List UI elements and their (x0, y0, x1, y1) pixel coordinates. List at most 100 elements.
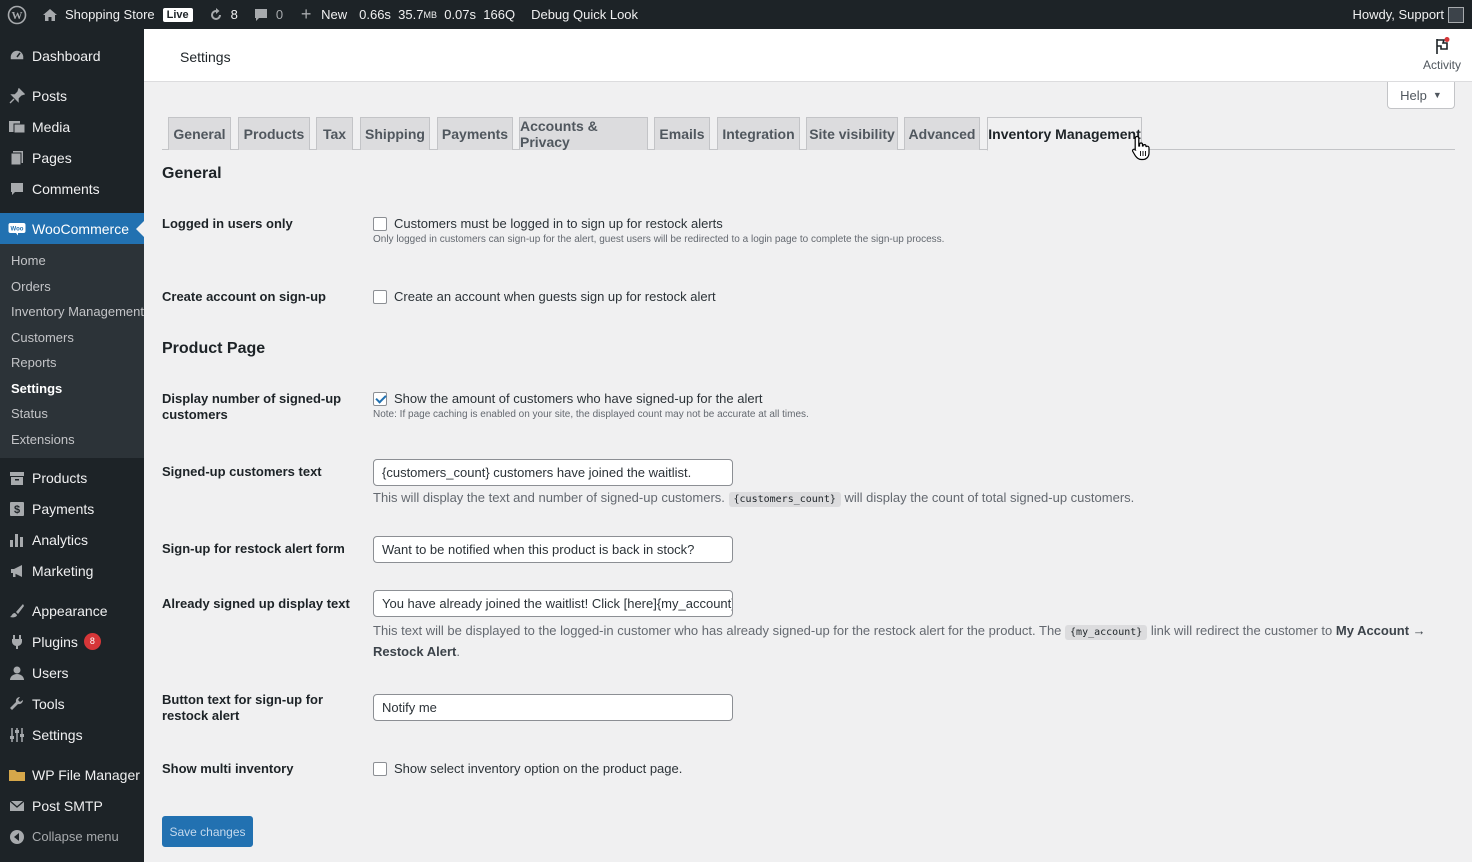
submenu-extensions[interactable]: Extensions (0, 427, 144, 453)
user-icon (8, 664, 26, 682)
site-name-link[interactable]: Shopping Store Live (34, 0, 200, 29)
menu-pages[interactable]: Pages (0, 142, 144, 173)
menu-tools[interactable]: Tools (0, 688, 144, 719)
form-text-input[interactable]: Want to be notified when this product is… (373, 536, 733, 563)
comments-link[interactable]: 0 (245, 0, 290, 29)
comment-icon (252, 6, 270, 24)
menu-marketing[interactable]: Marketing (0, 555, 144, 586)
submenu-customers[interactable]: Customers (0, 325, 144, 351)
plus-icon: + (300, 4, 312, 24)
submenu-status[interactable]: Status (0, 401, 144, 427)
howdy-account-link[interactable]: Howdy, Support (1345, 0, 1466, 29)
signed-text-input[interactable]: {customers_count} customers have joined … (373, 459, 733, 486)
signed-text-field: {customers_count} customers have joined … (373, 459, 1134, 509)
home-icon (41, 6, 59, 24)
multi-inventory-checkbox[interactable] (373, 761, 387, 776)
already-label: Already signed up display text (162, 596, 350, 611)
submenu-inventory-management[interactable]: Inventory Management (0, 299, 144, 325)
menu-settings-label: Settings (32, 726, 83, 743)
button-text-input[interactable]: Notify me (373, 694, 733, 721)
menu-settings[interactable]: Settings (0, 719, 144, 750)
tab-general[interactable]: General (168, 117, 231, 150)
admin-bar: W Shopping Store Live 8 0 + New 0.66s 35… (0, 0, 1472, 29)
button-text-field: Notify me (373, 694, 733, 721)
tab-products[interactable]: Products (238, 117, 310, 150)
tab-payments[interactable]: Payments (437, 117, 513, 150)
already-field: You have already joined the waitlist! Cl… (373, 590, 1433, 661)
menu-post-smtp[interactable]: Post SMTP (0, 790, 144, 821)
comments-count: 0 (275, 7, 284, 22)
wordpress-logo-button[interactable]: W (0, 0, 34, 29)
menu-media[interactable]: Media (0, 111, 144, 142)
pushpin-icon (8, 87, 26, 105)
menu-analytics[interactable]: Analytics (0, 524, 144, 555)
woocommerce-submenu: Home Orders Inventory Management Custome… (0, 244, 144, 458)
activity-button[interactable]: Activity (1418, 36, 1466, 72)
collapse-menu-button[interactable]: Collapse menu (0, 821, 144, 852)
menu-users[interactable]: Users (0, 657, 144, 688)
updates-link[interactable]: 8 (200, 0, 245, 29)
menu-posts[interactable]: Posts (0, 80, 144, 111)
multi-inventory-label: Show multi inventory (162, 761, 294, 776)
tab-shipping[interactable]: Shipping (360, 117, 430, 150)
save-changes-button[interactable]: Save changes (162, 816, 253, 847)
submenu-reports[interactable]: Reports (0, 350, 144, 376)
menu-payments[interactable]: $ Payments (0, 493, 144, 524)
tab-inventory-management[interactable]: Inventory Management (987, 117, 1142, 151)
wordpress-icon: W (7, 5, 27, 24)
submenu-settings[interactable]: Settings (0, 376, 144, 402)
help-button[interactable]: Help ▼ (1387, 82, 1455, 109)
submenu-orders[interactable]: Orders (0, 274, 144, 300)
signed-text-description: This will display the text and number of… (373, 488, 1134, 509)
updates-count: 8 (230, 7, 238, 22)
new-content-link[interactable]: + New (290, 0, 354, 29)
tab-tax[interactable]: Tax (316, 117, 353, 150)
logged-in-field: Customers must be logged in to sign up f… (373, 216, 944, 245)
create-account-option: Create an account when guests sign up fo… (373, 289, 716, 304)
display-number-field: Show the amount of customers who have si… (373, 391, 809, 420)
already-text-input[interactable]: You have already joined the waitlist! Cl… (373, 590, 733, 617)
plugins-update-badge: 8 (83, 633, 101, 650)
tab-emails[interactable]: Emails (654, 117, 710, 150)
signed-text-desc-post: will display the count of total signed-u… (844, 490, 1135, 505)
menu-comments[interactable]: Comments (0, 173, 144, 204)
display-number-checkbox[interactable] (373, 391, 387, 406)
menu-plugins[interactable]: Plugins 8 (0, 626, 144, 657)
dollar-icon: $ (8, 500, 26, 518)
megaphone-icon (8, 562, 26, 580)
collapse-arrow-icon (8, 828, 26, 846)
button-text-label: Button text for sign-up for restock aler… (162, 692, 324, 723)
settings-tabs: General Products Tax Shipping Payments A… (162, 117, 1455, 151)
menu-dashboard-label: Dashboard (32, 47, 101, 64)
tab-advanced[interactable]: Advanced (904, 117, 980, 150)
perf-time: 0.66s (359, 7, 391, 22)
menu-dashboard[interactable]: Dashboard (0, 40, 144, 71)
query-monitor-link[interactable]: 0.66s 35.7 MB 0.07s 166Q (354, 0, 522, 29)
collapse-menu-label: Collapse menu (32, 829, 119, 844)
menu-marketing-label: Marketing (32, 562, 94, 579)
menu-appearance-label: Appearance (32, 602, 108, 619)
wrench-icon (8, 695, 26, 713)
submenu-home[interactable]: Home (0, 248, 144, 274)
help-label: Help (1400, 87, 1427, 103)
perf-queries: 166Q (483, 7, 516, 22)
debug-quick-look-link[interactable]: Debug Quick Look (522, 0, 645, 29)
logged-in-option: Customers must be logged in to sign up f… (373, 216, 944, 231)
create-account-checkbox[interactable] (373, 289, 387, 304)
logged-in-checkbox[interactable] (373, 216, 387, 231)
tab-accounts-privacy[interactable]: Accounts & Privacy (519, 117, 648, 150)
menu-wp-file-manager[interactable]: WP File Manager (0, 759, 144, 790)
howdy-text: Howdy, Support (1352, 7, 1444, 22)
form-label: Sign-up for restock alert form (162, 541, 345, 556)
menu-woocommerce[interactable]: Woo WooCommerce (0, 213, 144, 244)
display-number-note: Note: If page caching is enabled on your… (373, 409, 809, 420)
display-number-label: Display number of signed-up customers (162, 391, 342, 422)
email-icon (8, 797, 26, 815)
display-number-checkbox-label: Show the amount of customers who have si… (394, 391, 763, 406)
menu-comments-label: Comments (32, 180, 100, 197)
tab-site-visibility[interactable]: Site visibility (806, 117, 898, 150)
tab-integration[interactable]: Integration (717, 117, 800, 150)
logged-in-label: Logged in users only (162, 216, 293, 231)
menu-appearance[interactable]: Appearance (0, 595, 144, 626)
menu-products[interactable]: Products (0, 462, 144, 493)
